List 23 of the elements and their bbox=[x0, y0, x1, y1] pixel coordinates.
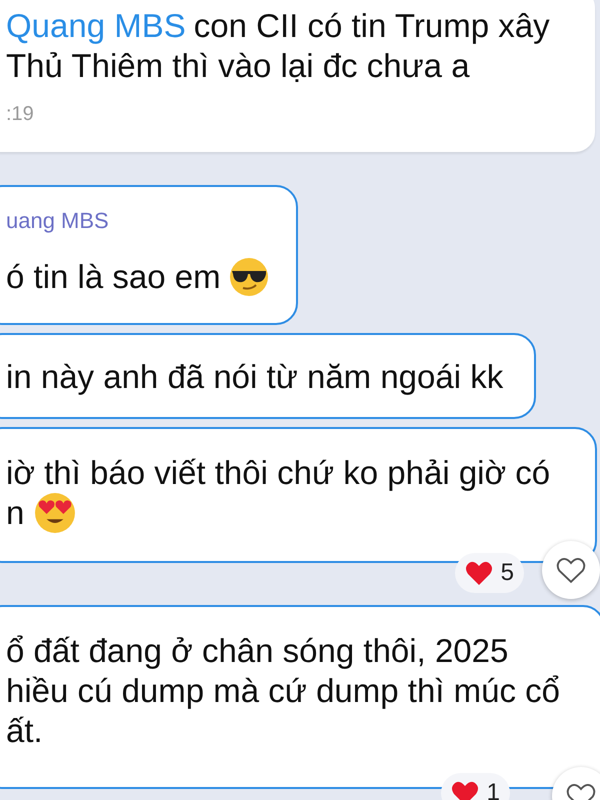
sender-name: uang MBS bbox=[6, 207, 110, 235]
message-bubble[interactable]: Quang MBS con CII có tin Trump xây Thủ Thiêm thì vào lại đc chưa a :19 bbox=[0, 0, 595, 152]
heart-icon bbox=[556, 556, 586, 584]
message-text: iờ thì báo viết thôi chứ ko phải giờ có bbox=[6, 453, 550, 493]
message-text: Thủ Thiêm thì vào lại đc chưa a bbox=[6, 46, 470, 86]
message-bubble[interactable]: iờ thì báo viết thôi chứ ko phải giờ có n bbox=[0, 427, 597, 563]
reaction-badge[interactable]: 5 bbox=[454, 553, 524, 593]
message-text: ất. bbox=[6, 711, 43, 751]
message-text: in này anh đã nói từ năm ngoái kk bbox=[6, 357, 504, 397]
message-bubble[interactable]: in này anh đã nói từ năm ngoái kk bbox=[0, 333, 536, 419]
message-time: :19 bbox=[6, 102, 34, 126]
message-text: ó tin là sao em bbox=[6, 257, 221, 297]
heart-eyes-face-icon bbox=[34, 492, 76, 534]
heart-icon bbox=[464, 560, 493, 586]
sunglasses-face-icon bbox=[228, 257, 269, 297]
message-text: n bbox=[6, 493, 24, 533]
reaction-badge[interactable]: 1 bbox=[440, 773, 510, 800]
message-text: con CII có tin Trump xây bbox=[194, 6, 550, 46]
heart-icon bbox=[450, 780, 479, 800]
message-text: ổ đất đang ở chân sóng thôi, 2025 bbox=[6, 631, 508, 671]
message-bubble[interactable]: uang MBS ó tin là sao em bbox=[0, 185, 298, 325]
message-text: hiều cú dump mà cứ dump thì múc cổ bbox=[6, 671, 560, 711]
like-button[interactable] bbox=[542, 541, 600, 599]
